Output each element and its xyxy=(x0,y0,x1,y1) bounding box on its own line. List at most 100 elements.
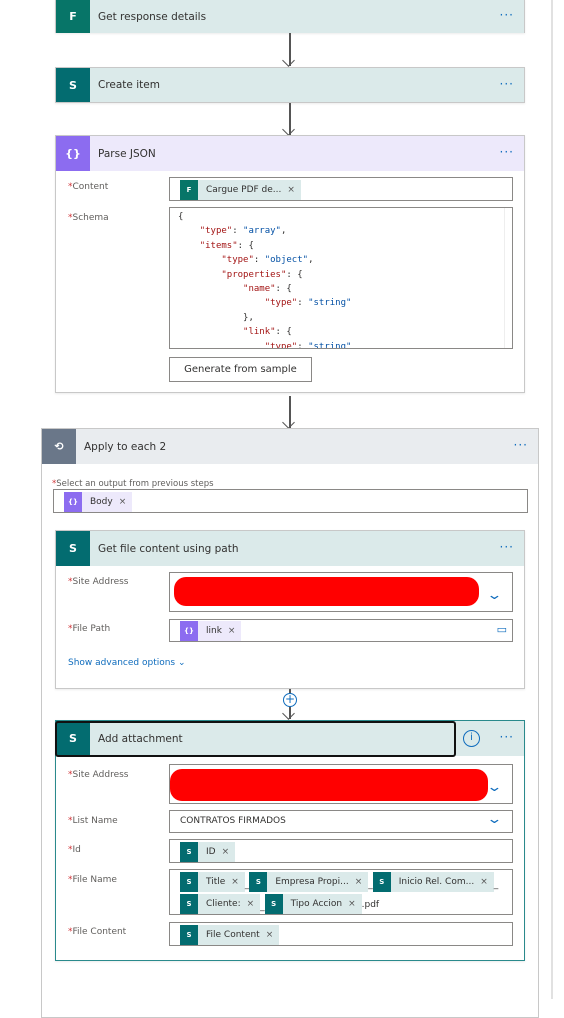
step-create-item[interactable]: S Create item ··· xyxy=(55,67,525,103)
show-advanced-options-link[interactable]: Show advanced options ⌄ xyxy=(68,658,186,668)
data-operation-icon: {} xyxy=(56,136,90,171)
more-options-button[interactable]: ··· xyxy=(514,438,528,452)
more-options-button[interactable]: ··· xyxy=(500,8,514,22)
sharepoint-icon: S xyxy=(180,842,198,862)
info-icon[interactable]: i xyxy=(463,730,480,747)
token-label: Cliente: xyxy=(206,899,241,909)
focus-outline xyxy=(55,721,456,757)
site-address-label: *Site Address xyxy=(68,577,129,587)
token-label: Tipo Accion xyxy=(290,899,343,909)
more-options-button[interactable]: ··· xyxy=(500,540,514,554)
file-name-label: *File Name xyxy=(68,875,117,885)
data-operation-icon: {} xyxy=(180,621,198,641)
site-address-input[interactable]: ⌄ xyxy=(169,572,513,612)
list-name-dropdown[interactable]: CONTRATOS FIRMADOS ⌄ xyxy=(169,810,513,833)
code-line: { xyxy=(178,212,184,222)
add-step-plus-icon[interactable]: + xyxy=(283,693,297,707)
content-label: *Content xyxy=(68,182,109,192)
site-address-input[interactable]: ⌄ xyxy=(169,764,513,804)
file-content-input[interactable]: S File Content × xyxy=(169,922,513,946)
code-line: "properties": { xyxy=(221,269,303,280)
token-label: File Content xyxy=(206,930,260,940)
token-label: Body xyxy=(90,497,113,507)
file-content-label: *File Content xyxy=(68,927,127,937)
data-operation-icon: {} xyxy=(64,492,82,512)
more-options-button[interactable]: ··· xyxy=(500,77,514,91)
connector-arrow xyxy=(289,33,291,66)
suffix-text: .pdf xyxy=(361,900,380,910)
code-line: "type": "object", xyxy=(221,255,314,266)
file-path-label: *File Path xyxy=(68,624,111,634)
chevron-down-icon[interactable]: ⌄ xyxy=(486,812,502,827)
forms-icon: F xyxy=(56,0,90,33)
token-label: link xyxy=(206,626,222,636)
redaction xyxy=(170,769,488,801)
sharepoint-icon: S xyxy=(180,872,198,892)
folder-icon[interactable]: ▭ xyxy=(497,623,507,636)
remove-token-icon[interactable]: × xyxy=(231,877,245,887)
canvas-scrollbar-track xyxy=(551,0,553,999)
code-line: "type": "array", xyxy=(199,226,287,237)
token-label: Title xyxy=(206,877,226,887)
remove-token-icon[interactable]: × xyxy=(228,626,242,636)
code-line: "link": { xyxy=(243,327,292,338)
remove-token-icon[interactable]: × xyxy=(222,847,236,857)
code-line: "name": { xyxy=(243,284,292,295)
remove-token-icon[interactable]: × xyxy=(480,877,494,887)
remove-token-icon[interactable]: × xyxy=(247,899,261,909)
file-path-input[interactable]: {} link × ▭ xyxy=(169,619,513,642)
step-parse-json: {} Parse JSON ··· *Content F Cargue PDF d… xyxy=(55,135,525,393)
remove-token-icon[interactable]: × xyxy=(287,185,301,195)
token-label: Empresa Propi... xyxy=(275,877,349,887)
code-line: "type": "string" xyxy=(264,341,352,349)
sharepoint-icon: S xyxy=(249,872,268,892)
sharepoint-icon: S xyxy=(56,68,90,102)
step-add-attachment: S Add attachment i ··· *Site Address ⌄ *… xyxy=(55,720,525,961)
content-input[interactable]: F Cargue PDF de... × xyxy=(169,177,513,201)
code-line: "type": "string" xyxy=(264,298,352,309)
schema-editor[interactable]: { "type": "array", "items": { "type": "o… xyxy=(169,207,513,349)
file-name-input[interactable]: S Title × _ S Empresa Propi... × _ S Inicio Rel. … xyxy=(169,869,513,915)
forms-icon: F xyxy=(180,180,198,200)
token-label: Cargue PDF de... xyxy=(206,185,282,195)
connector-arrow xyxy=(289,707,291,719)
step-title: Create item xyxy=(98,79,160,91)
sharepoint-icon: S xyxy=(56,531,90,566)
select-output-label: *Select an output from previous steps xyxy=(52,479,214,489)
more-options-button[interactable]: ··· xyxy=(500,730,514,744)
sharepoint-icon: S xyxy=(372,872,391,892)
chevron-down-icon[interactable]: ⌄ xyxy=(486,780,502,795)
id-input[interactable]: S ID × xyxy=(169,839,513,863)
sharepoint-icon: S xyxy=(264,894,283,914)
select-output-input[interactable]: {} Body × xyxy=(53,489,528,513)
step-get-response-details[interactable]: F Get response details ··· xyxy=(55,0,525,33)
more-options-button[interactable]: ··· xyxy=(500,145,514,159)
remove-token-icon[interactable]: × xyxy=(355,877,369,887)
step-title: Get response details xyxy=(98,10,207,23)
generate-from-sample-button[interactable]: Generate from sample xyxy=(169,357,312,382)
sharepoint-icon: S xyxy=(180,925,198,945)
separator-text: _ xyxy=(493,880,499,890)
code-line: "items": { xyxy=(199,240,254,251)
remove-token-icon[interactable]: × xyxy=(266,930,280,940)
connector-arrow xyxy=(289,103,291,135)
step-title[interactable]: Apply to each 2 xyxy=(84,441,166,453)
token-label: ID xyxy=(206,847,216,857)
site-address-label: *Site Address xyxy=(68,770,129,780)
redaction xyxy=(174,577,479,606)
step-title[interactable]: Get file content using path xyxy=(98,543,239,555)
editor-scrollbar[interactable] xyxy=(504,208,512,348)
code-line: }, xyxy=(243,312,254,323)
token-label: Inicio Rel. Com... xyxy=(398,877,475,887)
loop-icon: ⟲ xyxy=(42,429,76,464)
chevron-down-icon: ⌄ xyxy=(178,658,186,668)
chevron-down-icon[interactable]: ⌄ xyxy=(486,588,502,603)
step-title[interactable]: Parse JSON xyxy=(98,148,156,160)
schema-label: *Schema xyxy=(68,213,109,223)
remove-token-icon[interactable]: × xyxy=(348,899,362,909)
remove-token-icon[interactable]: × xyxy=(119,497,133,507)
selected-value: CONTRATOS FIRMADOS xyxy=(180,816,286,826)
step-get-file-content: S Get file content using path ··· *Site … xyxy=(55,530,525,689)
connector-arrow xyxy=(289,396,291,428)
sharepoint-icon: S xyxy=(180,894,198,914)
